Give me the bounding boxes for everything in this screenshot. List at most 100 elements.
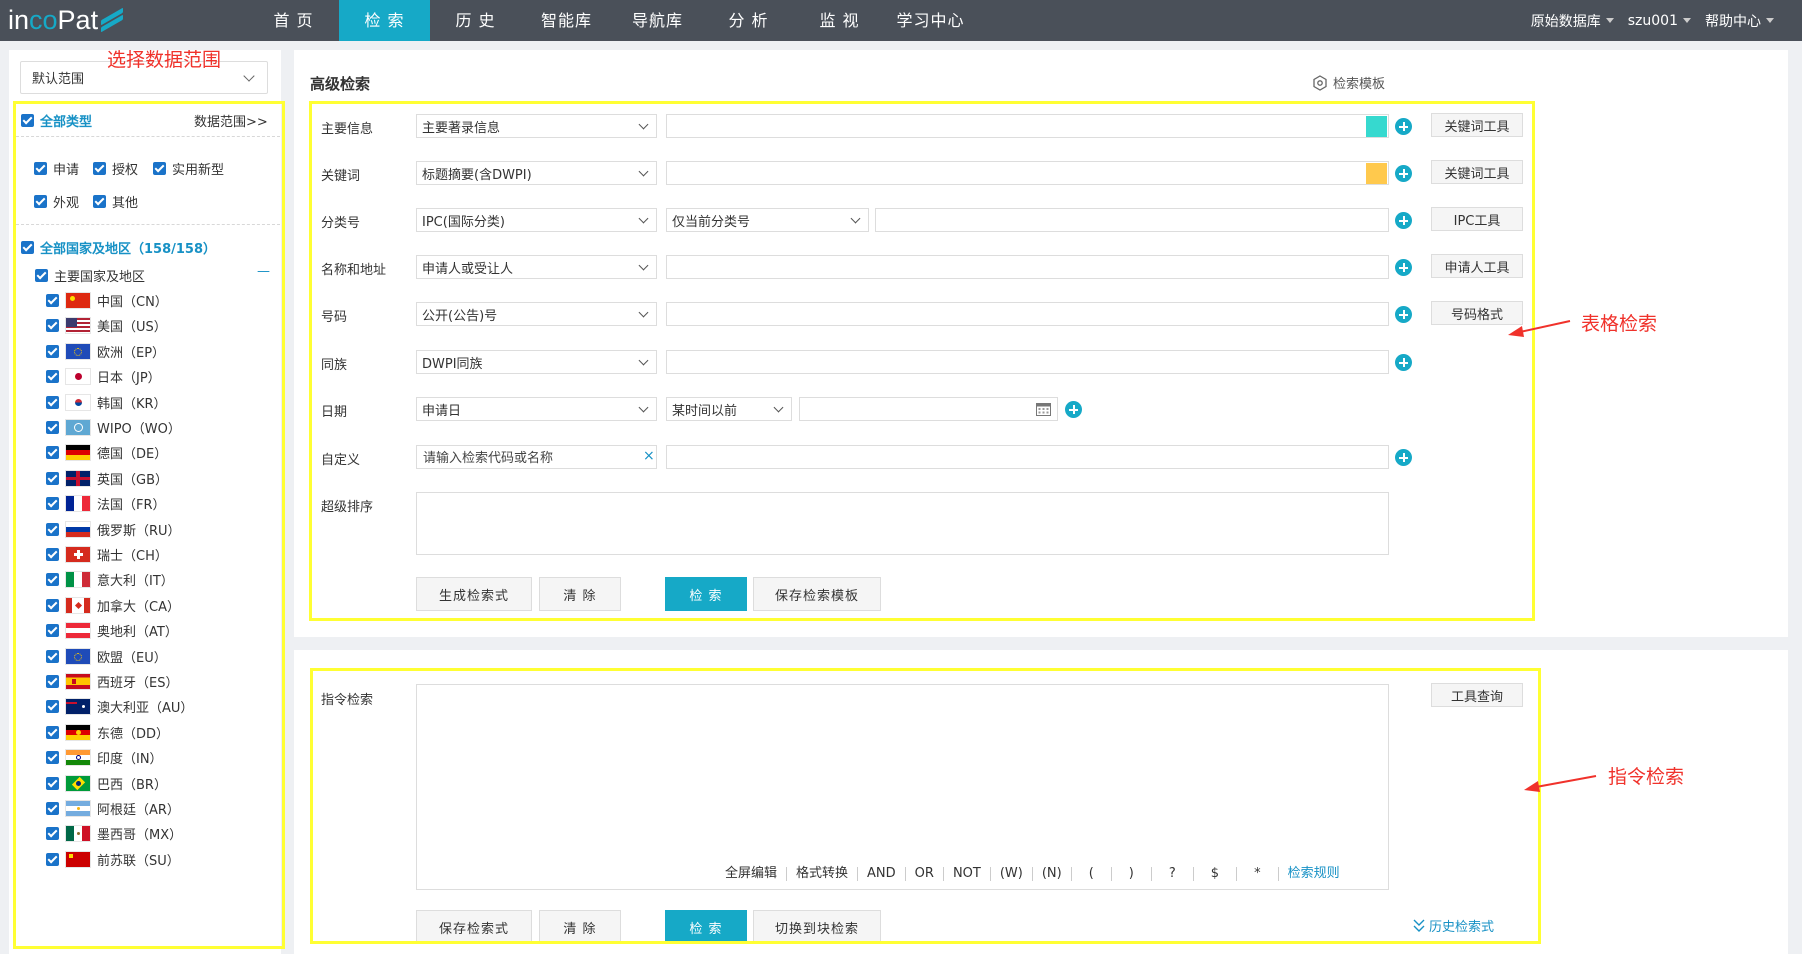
country-checkbox[interactable]: [46, 802, 59, 815]
date-type-select[interactable]: 申请日: [416, 397, 657, 421]
save-query-button[interactable]: 保存检索式: [416, 910, 532, 944]
country-checkbox[interactable]: [46, 446, 59, 460]
country-row[interactable]: 意大利（IT）: [46, 570, 174, 589]
type-utility-checkbox[interactable]: [153, 162, 166, 175]
all-types-checkbox-row[interactable]: 全部类型: [21, 111, 92, 130]
country-checkbox[interactable]: [46, 649, 59, 663]
close-paren-button[interactable]: ): [1110, 867, 1151, 881]
nav-monitor[interactable]: 监 视: [794, 0, 885, 41]
add-date-icon[interactable]: [1065, 401, 1082, 418]
main-countries-checkbox[interactable]: [35, 269, 48, 282]
command-search-button[interactable]: 检 索: [665, 910, 747, 944]
type-grant-checkbox[interactable]: [93, 162, 106, 175]
search-template-link[interactable]: 检索模板: [1312, 73, 1385, 92]
country-checkbox[interactable]: [46, 725, 59, 739]
country-row[interactable]: 巴西（BR）: [46, 774, 167, 793]
country-checkbox[interactable]: [46, 522, 59, 536]
main-countries-row[interactable]: 主要国家及地区: [35, 266, 145, 285]
country-row[interactable]: 中国（CN）: [46, 291, 168, 310]
type-design-checkbox[interactable]: [34, 195, 47, 208]
country-row[interactable]: 加拿大（CA）: [46, 596, 180, 615]
type-other-row[interactable]: 其他: [93, 192, 138, 211]
country-checkbox[interactable]: [46, 852, 59, 866]
country-row[interactable]: 俄罗斯（RU）: [46, 520, 181, 539]
star-wildcard-button[interactable]: *: [1236, 867, 1278, 881]
country-row[interactable]: 奥地利（AT）: [46, 621, 178, 640]
country-row[interactable]: 欧洲（EP）: [46, 342, 165, 361]
name-address-input[interactable]: [666, 255, 1389, 279]
type-design-row[interactable]: 外观: [34, 192, 79, 211]
user-dropdown[interactable]: szu001: [1628, 13, 1691, 29]
classification-input[interactable]: [875, 208, 1389, 232]
country-checkbox[interactable]: [46, 827, 59, 841]
tool-query-button[interactable]: 工具查询: [1431, 683, 1523, 707]
add-name-address-icon[interactable]: [1395, 259, 1412, 276]
all-types-checkbox[interactable]: [21, 114, 34, 127]
country-checkbox[interactable]: [46, 319, 59, 333]
country-row[interactable]: 澳大利亚（AU）: [46, 697, 193, 716]
country-checkbox[interactable]: [46, 497, 59, 511]
country-row[interactable]: 法国（FR）: [46, 494, 166, 513]
switch-block-search-button[interactable]: 切换到块检索: [753, 910, 881, 944]
add-number-icon[interactable]: [1395, 306, 1412, 323]
and-operator-button[interactable]: AND: [857, 867, 905, 881]
super-sort-textarea[interactable]: [416, 492, 1389, 555]
nav-learning-center[interactable]: 学习中心: [885, 0, 976, 41]
classification-select[interactable]: IPC(国际分类): [416, 208, 657, 232]
keyword-tool-button[interactable]: 关键词工具: [1431, 113, 1523, 137]
custom-code-input[interactable]: [416, 445, 657, 469]
add-main-info-icon[interactable]: [1395, 118, 1412, 135]
add-family-icon[interactable]: [1395, 354, 1412, 371]
main-info-input[interactable]: [666, 114, 1389, 138]
country-checkbox[interactable]: [46, 598, 59, 612]
type-apply-checkbox[interactable]: [34, 162, 47, 175]
nav-smart-library[interactable]: 智能库: [521, 0, 612, 41]
not-operator-button[interactable]: NOT: [942, 867, 990, 881]
number-input[interactable]: [666, 302, 1389, 326]
ipc-tool-button[interactable]: IPC工具: [1431, 207, 1523, 231]
nav-history[interactable]: 历 史: [430, 0, 521, 41]
database-dropdown[interactable]: 原始数据库: [1531, 11, 1614, 31]
country-checkbox[interactable]: [46, 344, 59, 358]
or-operator-button[interactable]: OR: [904, 867, 943, 881]
fullscreen-edit-button[interactable]: 全屏编辑: [716, 867, 786, 881]
family-input[interactable]: [666, 350, 1389, 374]
history-query-link[interactable]: 历史检索式: [1413, 916, 1494, 935]
name-address-select[interactable]: 申请人或受让人: [416, 255, 657, 279]
country-checkbox[interactable]: [46, 395, 59, 409]
nav-analysis[interactable]: 分 析: [703, 0, 794, 41]
country-row[interactable]: 西班牙（ES）: [46, 672, 178, 691]
country-row[interactable]: 阿根廷（AR）: [46, 799, 180, 818]
date-range-select[interactable]: 某时间以前: [666, 397, 792, 421]
search-rules-link[interactable]: 检索规则: [1277, 867, 1349, 881]
keyword-input[interactable]: [666, 161, 1389, 185]
country-row[interactable]: 德国（DE）: [46, 443, 167, 462]
clear-form-button[interactable]: 清 除: [539, 577, 621, 611]
incopat-logo[interactable]: in co Pat: [8, 4, 125, 37]
type-utility-row[interactable]: 实用新型: [153, 159, 224, 178]
calendar-icon[interactable]: [1036, 402, 1051, 416]
nav-navigation-library[interactable]: 导航库: [612, 0, 703, 41]
clear-custom-icon[interactable]: ×: [643, 448, 655, 464]
country-row[interactable]: 韩国（KR）: [46, 393, 167, 412]
country-checkbox[interactable]: [46, 776, 59, 790]
country-checkbox[interactable]: [46, 624, 59, 638]
country-row[interactable]: 欧盟（EU）: [46, 647, 167, 666]
family-select[interactable]: DWPI同族: [416, 350, 657, 374]
main-info-select[interactable]: 主要著录信息: [416, 114, 657, 138]
country-checkbox[interactable]: [46, 573, 59, 587]
collapse-toggle[interactable]: —: [257, 264, 270, 279]
save-template-button[interactable]: 保存检索模板: [753, 577, 881, 611]
type-other-checkbox[interactable]: [93, 195, 106, 208]
advanced-search-button[interactable]: 检 索: [665, 577, 747, 611]
nav-search[interactable]: 检 索: [339, 0, 430, 41]
country-checkbox[interactable]: [46, 751, 59, 765]
country-checkbox[interactable]: [46, 294, 59, 307]
add-keyword-icon[interactable]: [1395, 165, 1412, 182]
custom-value-input[interactable]: [666, 445, 1389, 469]
country-row[interactable]: 瑞士（CH）: [46, 545, 168, 564]
nav-home[interactable]: 首 页: [248, 0, 339, 41]
command-textarea[interactable]: [416, 684, 1389, 890]
country-checkbox[interactable]: [46, 421, 59, 434]
all-countries-checkbox[interactable]: [21, 241, 34, 254]
